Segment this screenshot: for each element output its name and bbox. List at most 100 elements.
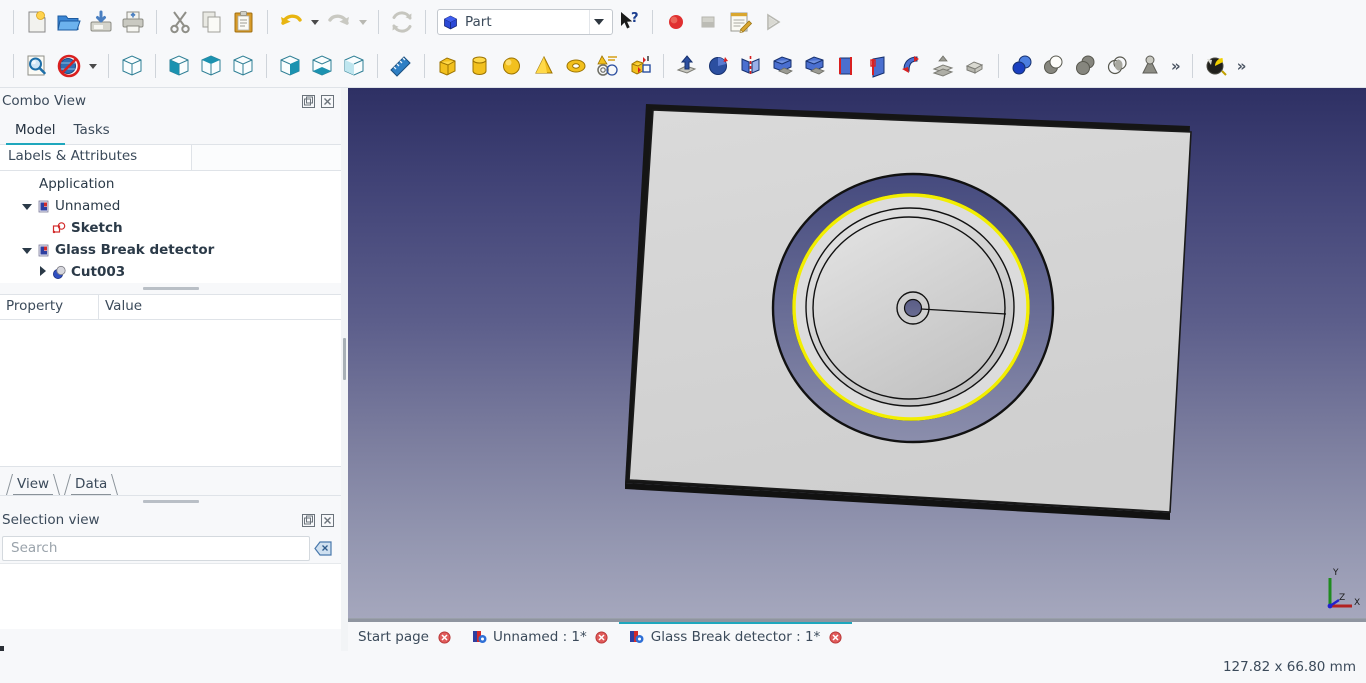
print-document-button[interactable] [117, 6, 149, 38]
redo-button[interactable] [323, 6, 355, 38]
selection-view-header: Selection view [0, 507, 341, 533]
extrude-button[interactable] [671, 50, 703, 82]
chevron-down-icon[interactable] [589, 10, 608, 34]
whats-this-button[interactable]: ? [613, 6, 645, 38]
search-input-wrapper[interactable] [2, 536, 310, 561]
torus-primitive-button[interactable] [560, 50, 592, 82]
tab-model[interactable]: Model [6, 120, 65, 144]
macro-edit-button[interactable] [724, 6, 756, 38]
cylinder-primitive-button[interactable] [464, 50, 496, 82]
join-objects-button[interactable] [1134, 50, 1166, 82]
toolbar-overflow-button[interactable]: » [1166, 57, 1185, 75]
toolbar-separator [425, 10, 426, 34]
document-tab-unnamed-1[interactable]: Unnamed : 1* [461, 622, 619, 652]
expand-arrow-down-icon[interactable] [20, 198, 34, 214]
right-view-button[interactable] [227, 50, 259, 82]
primitives-button[interactable] [624, 50, 656, 82]
rear-view-button[interactable] [274, 50, 306, 82]
fillet-button[interactable] [767, 50, 799, 82]
tab-model-label: Model [15, 122, 56, 138]
fit-all-button[interactable] [21, 50, 53, 82]
paste-button[interactable] [228, 6, 260, 38]
clear-search-icon[interactable] [313, 538, 333, 558]
new-document-button[interactable] [21, 6, 53, 38]
sketch-icon [50, 220, 68, 236]
copy-button[interactable] [196, 6, 228, 38]
3d-viewport[interactable]: Y X Z [348, 88, 1366, 618]
axis-label-x: X [1354, 598, 1360, 608]
document-tab-label: Unnamed : 1* [493, 629, 587, 645]
close-icon[interactable] [320, 94, 335, 109]
workbench-selector[interactable]: Part [437, 9, 613, 35]
document-icon [34, 242, 52, 258]
expand-arrow-right-icon[interactable] [36, 264, 50, 280]
ruled-surface-button[interactable] [831, 50, 863, 82]
tree-item-glass-break-detector[interactable]: Glass Break detector [0, 239, 341, 261]
dock-view-splitter[interactable] [341, 88, 348, 683]
sphere-primitive-button[interactable] [496, 50, 528, 82]
cut-button[interactable] [164, 6, 196, 38]
open-document-button[interactable] [53, 6, 85, 38]
section-button[interactable] [927, 50, 959, 82]
draw-style-dropdown-arrow[interactable] [85, 50, 101, 82]
macro-execute-button[interactable] [756, 6, 788, 38]
left-view-button[interactable] [338, 50, 370, 82]
tree-item-sketch[interactable]: Sketch [0, 217, 341, 239]
measure-tool-button[interactable] [385, 50, 417, 82]
tab-data[interactable]: Data [62, 473, 120, 495]
isometric-view-button[interactable] [116, 50, 148, 82]
cone-primitive-button[interactable] [528, 50, 560, 82]
selection-view-splitter[interactable] [0, 496, 341, 507]
loft-button[interactable] [863, 50, 895, 82]
tree-item-application[interactable]: Application [0, 173, 341, 195]
bottom-view-button[interactable] [306, 50, 338, 82]
refresh-button[interactable] [386, 6, 418, 38]
float-icon[interactable] [301, 94, 316, 109]
intersection-button[interactable] [1102, 50, 1134, 82]
mirror-button[interactable] [735, 50, 767, 82]
document-tab-start-page[interactable]: Start page [348, 622, 461, 652]
axis-label-z: Z [1339, 593, 1345, 603]
close-tab-icon[interactable] [595, 630, 609, 644]
redo-dropdown-arrow[interactable] [355, 6, 371, 38]
close-tab-icon[interactable] [437, 630, 451, 644]
document-tab-glass-break-detector-1[interactable]: Glass Break detector : 1* [619, 622, 853, 652]
sweep-button[interactable] [895, 50, 927, 82]
close-icon[interactable] [320, 513, 335, 528]
macro-record-button[interactable] [660, 6, 692, 38]
svg-text:?: ? [631, 11, 639, 26]
union-button[interactable] [1070, 50, 1102, 82]
draw-style-button[interactable] [53, 50, 85, 82]
tree-column-header: Labels & Attributes [0, 145, 341, 171]
expand-arrow-down-icon[interactable] [20, 242, 34, 258]
macro-stop-button[interactable] [692, 6, 724, 38]
shape-builder-button[interactable] [592, 50, 624, 82]
tree-item-cut003[interactable]: Cut003 [0, 261, 341, 283]
model-tree[interactable]: ApplicationUnnamed Sketch Glass Break dete… [0, 171, 341, 283]
tab-data-label: Data [75, 476, 107, 492]
tab-tasks[interactable]: Tasks [65, 120, 119, 144]
tree-item-label: Sketch [71, 220, 123, 236]
tree-item-unnamed[interactable]: Unnamed [0, 195, 341, 217]
chamfer-button[interactable] [799, 50, 831, 82]
undo-button[interactable] [275, 6, 307, 38]
property-table-body[interactable] [0, 320, 341, 466]
search-input[interactable] [9, 539, 303, 557]
save-document-button[interactable] [85, 6, 117, 38]
boolean-button[interactable] [1006, 50, 1038, 82]
document-tab-label: Start page [358, 629, 429, 645]
top-view-button[interactable] [195, 50, 227, 82]
cut-shape-button[interactable] [1038, 50, 1070, 82]
measure-linear-button[interactable] [1200, 50, 1232, 82]
cross-sections-button[interactable] [959, 50, 991, 82]
close-tab-icon[interactable] [828, 630, 842, 644]
revolve-button[interactable] [703, 50, 735, 82]
front-view-button[interactable] [163, 50, 195, 82]
tab-view[interactable]: View [4, 473, 62, 495]
selection-list[interactable] [0, 563, 341, 629]
box-primitive-button[interactable] [432, 50, 464, 82]
tree-property-splitter[interactable] [0, 283, 341, 294]
float-icon[interactable] [301, 513, 316, 528]
undo-dropdown-arrow[interactable] [307, 6, 323, 38]
measure-overflow-button[interactable]: » [1232, 57, 1251, 75]
